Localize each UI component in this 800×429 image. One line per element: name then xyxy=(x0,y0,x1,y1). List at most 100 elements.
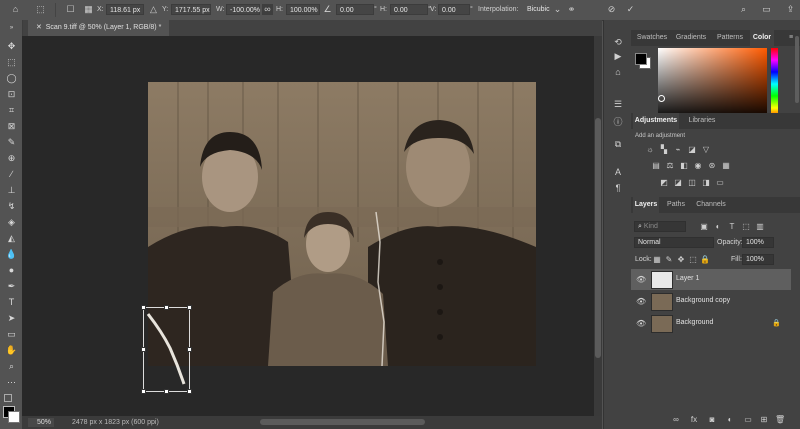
tab-libraries[interactable]: Libraries xyxy=(683,113,721,129)
blur-tool-icon[interactable]: 💧 xyxy=(5,248,18,260)
pen-tool-icon[interactable]: ✒ xyxy=(5,280,18,292)
layer-row-layer-1[interactable]: 👁 Layer 1 xyxy=(631,269,791,290)
panel-scrollbar[interactable] xyxy=(795,36,799,103)
height-field[interactable]: 100.00% xyxy=(286,4,320,15)
clone-stamp-tool-icon[interactable]: ⊥ xyxy=(5,184,18,196)
brush-presets-icon[interactable]: ⌂ xyxy=(612,66,624,78)
curves-icon[interactable]: ⌁ xyxy=(673,145,683,154)
transform-handle[interactable] xyxy=(164,389,169,394)
black-white-icon[interactable]: ◧ xyxy=(679,161,689,170)
blend-mode-select[interactable]: Normal xyxy=(634,237,714,248)
color-foreground-swatch[interactable] xyxy=(635,53,647,65)
default-colors-icon[interactable] xyxy=(4,394,12,402)
new-layer-icon[interactable]: ⊞ xyxy=(759,415,769,425)
tab-paths[interactable]: Paths xyxy=(663,197,689,213)
history-brush-tool-icon[interactable]: ↯ xyxy=(5,200,18,212)
filter-adjustment-icon[interactable]: ◐ xyxy=(713,222,723,231)
crop-tool-icon[interactable]: ⌗ xyxy=(5,104,18,116)
reference-point-toggle[interactable]: ☐ xyxy=(65,4,76,15)
visibility-eye-icon[interactable]: 👁 xyxy=(636,297,646,306)
visibility-eye-icon[interactable]: 👁 xyxy=(636,275,646,284)
x-position-field[interactable]: 118.61 px xyxy=(106,4,144,15)
healing-brush-tool-icon[interactable]: ⊕ xyxy=(5,152,18,164)
clone-source-icon[interactable]: ⧉ xyxy=(612,138,624,150)
eraser-tool-icon[interactable]: ◈ xyxy=(5,216,18,228)
toolbar-collapse-icon[interactable]: » xyxy=(5,22,18,34)
paragraph-icon[interactable]: ¶ xyxy=(612,182,624,194)
color-balance-icon[interactable]: ⚖ xyxy=(665,161,675,170)
fill-field[interactable]: 100% xyxy=(742,254,774,265)
brightness-contrast-icon[interactable]: ☼ xyxy=(645,145,655,154)
filter-type-icon[interactable]: T xyxy=(727,222,737,231)
hand-tool-icon[interactable]: ✋ xyxy=(5,344,18,356)
filter-shape-icon[interactable]: ⬚ xyxy=(741,222,751,231)
horizontal-scrollbar-thumb[interactable] xyxy=(260,419,425,425)
lock-transparent-icon[interactable]: ▦ xyxy=(652,255,662,264)
tab-gradients[interactable]: Gradients xyxy=(672,30,710,46)
photo-image[interactable] xyxy=(148,82,536,366)
object-selection-tool-icon[interactable]: ⊡ xyxy=(5,88,18,100)
document-tab[interactable]: ✕ Scan 9.tiff @ 50% (Layer 1, RGB/8) * xyxy=(28,20,170,36)
exposure-icon[interactable]: ◪ xyxy=(687,145,697,154)
levels-icon[interactable]: ▚ xyxy=(659,145,669,154)
history-icon[interactable]: ⟲ xyxy=(612,36,624,48)
close-icon[interactable]: ✕ xyxy=(36,24,46,31)
width-field[interactable]: -100.00% xyxy=(226,4,260,15)
transform-handle[interactable] xyxy=(141,305,146,310)
home-icon[interactable]: ⌂ xyxy=(10,4,21,15)
selective-color-icon[interactable]: ◨ xyxy=(701,178,711,187)
layer-style-icon[interactable]: fx xyxy=(689,415,699,425)
path-selection-tool-icon[interactable]: ➤ xyxy=(5,312,18,324)
opacity-field[interactable]: 100% xyxy=(742,237,774,248)
h-skew-field[interactable]: 0.00 xyxy=(390,4,428,15)
lasso-tool-icon[interactable]: ◯ xyxy=(5,72,18,84)
background-color-swatch[interactable] xyxy=(8,411,20,423)
transform-handle[interactable] xyxy=(187,347,192,352)
layer-filter-kind[interactable]: ⌕ Kind xyxy=(634,221,686,232)
brush-tool-icon[interactable]: ∕ xyxy=(5,168,18,180)
new-adjustment-layer-icon[interactable]: ◐ xyxy=(725,415,735,425)
hue-slider[interactable] xyxy=(771,48,778,120)
v-skew-field[interactable]: 0.00 xyxy=(438,4,470,15)
layer-row-background[interactable]: 👁 Background 🔒 xyxy=(631,313,791,334)
more-tools-icon[interactable]: ⋯ xyxy=(5,376,18,388)
tab-layers[interactable]: Layers xyxy=(633,197,659,213)
vibrance-icon[interactable]: ▽ xyxy=(701,145,711,154)
info-icon[interactable]: ⓘ xyxy=(612,116,624,128)
add-mask-icon[interactable]: ◙ xyxy=(707,415,717,425)
transform-handle[interactable] xyxy=(141,347,146,352)
tab-swatches[interactable]: Swatches xyxy=(633,30,671,46)
delta-icon[interactable]: △ xyxy=(148,4,159,15)
link-icon[interactable]: ∞ xyxy=(262,4,273,15)
properties-icon[interactable]: ☰ xyxy=(612,98,624,110)
color-picker-cursor[interactable] xyxy=(658,95,665,102)
lock-all-icon[interactable]: 🔒 xyxy=(700,255,710,264)
new-group-icon[interactable]: ▭ xyxy=(743,415,753,425)
actions-icon[interactable]: ▶ xyxy=(612,50,624,62)
invert-icon[interactable]: ◩ xyxy=(659,178,669,187)
cancel-transform-icon[interactable]: ⊘ xyxy=(606,4,617,15)
threshold-icon[interactable]: ◫ xyxy=(687,178,697,187)
delete-layer-icon[interactable]: 🗑 xyxy=(775,415,785,425)
transform-handle[interactable] xyxy=(141,389,146,394)
gradient-tool-icon[interactable]: ◭ xyxy=(5,232,18,244)
channel-mixer-icon[interactable]: ⊛ xyxy=(707,161,717,170)
lock-artboard-icon[interactable]: ⬚ xyxy=(688,255,698,264)
hue-saturation-icon[interactable]: ▤ xyxy=(651,161,661,170)
character-icon[interactable]: A xyxy=(612,166,624,178)
color-spectrum-field[interactable] xyxy=(658,48,767,120)
reference-point-grid-icon[interactable]: ▦ xyxy=(83,4,94,15)
color-lookup-icon[interactable]: ▦ xyxy=(721,161,731,170)
transform-bounding-box[interactable] xyxy=(141,305,192,394)
share-icon[interactable]: ⇪ xyxy=(785,4,796,15)
lock-image-icon[interactable]: ✎ xyxy=(664,255,674,264)
lock-position-icon[interactable]: ✥ xyxy=(676,255,686,264)
filter-smart-object-icon[interactable]: ▥ xyxy=(755,222,765,231)
rectangle-tool-icon[interactable]: ▭ xyxy=(5,328,18,340)
filter-pixel-icon[interactable]: ▣ xyxy=(699,222,709,231)
zoom-field[interactable]: 50% xyxy=(28,418,54,427)
dodge-tool-icon[interactable]: ● xyxy=(5,264,18,276)
tab-color[interactable]: Color xyxy=(750,30,774,46)
y-position-field[interactable]: 1717.55 px xyxy=(171,4,211,15)
tab-adjustments[interactable]: Adjustments xyxy=(633,113,679,129)
